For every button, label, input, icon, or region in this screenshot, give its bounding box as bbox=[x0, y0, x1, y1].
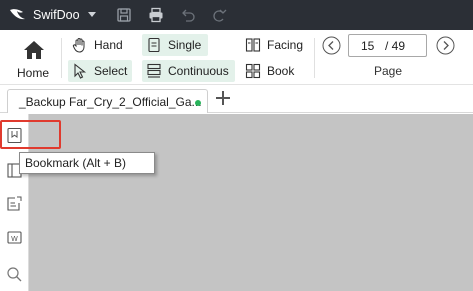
annotation-icon[interactable] bbox=[6, 195, 23, 212]
swifdoo-logo-icon bbox=[10, 9, 25, 20]
book-grid-icon bbox=[245, 63, 261, 79]
document-tab-label: _Backup Far_Cry_2_Official_Ga... bbox=[19, 95, 202, 109]
word-export-icon[interactable]: W bbox=[6, 229, 23, 246]
document-tab-bar: _Backup Far_Cry_2_Official_Ga... bbox=[0, 85, 473, 113]
undo-icon[interactable] bbox=[180, 7, 196, 23]
ribbon-divider bbox=[61, 38, 62, 78]
document-tab[interactable]: _Backup Far_Cry_2_Official_Ga... bbox=[7, 89, 208, 113]
hand-label: Hand bbox=[94, 38, 123, 52]
home-icon bbox=[24, 41, 44, 59]
document-canvas[interactable] bbox=[29, 114, 473, 291]
single-page-button[interactable]: Single bbox=[142, 34, 208, 56]
continuous-button[interactable]: Continuous bbox=[142, 60, 235, 82]
book-label: Book bbox=[267, 64, 295, 78]
add-tab-icon[interactable] bbox=[216, 91, 230, 105]
home-label: Home bbox=[16, 66, 49, 80]
home-button[interactable]: Home bbox=[13, 37, 53, 81]
svg-text:W: W bbox=[11, 235, 18, 243]
single-page-icon bbox=[148, 37, 160, 53]
next-page-button[interactable] bbox=[436, 36, 455, 55]
hand-icon bbox=[72, 38, 85, 53]
current-page-input[interactable]: 15 bbox=[361, 39, 374, 53]
facing-button[interactable]: Facing bbox=[241, 34, 307, 56]
total-pages: / 49 bbox=[385, 39, 406, 53]
facing-pages-icon bbox=[245, 38, 261, 52]
print-icon[interactable] bbox=[148, 7, 164, 23]
hand-tool-button[interactable]: Hand bbox=[68, 34, 130, 56]
cursor-arrow-icon bbox=[74, 63, 87, 79]
select-tool-button[interactable]: Select bbox=[68, 60, 132, 82]
book-button[interactable]: Book bbox=[241, 60, 301, 82]
app-name[interactable]: SwifDoo bbox=[33, 8, 80, 22]
search-icon[interactable] bbox=[6, 266, 23, 283]
ribbon-toolbar: Home Hand Select Single Continuous Facin… bbox=[0, 30, 473, 85]
previous-page-button[interactable] bbox=[322, 36, 341, 55]
continuous-label: Continuous bbox=[168, 64, 229, 78]
select-label: Select bbox=[94, 64, 128, 78]
app-menu-caret-icon[interactable] bbox=[88, 12, 96, 17]
save-icon[interactable] bbox=[116, 7, 132, 23]
redo-icon[interactable] bbox=[211, 7, 227, 23]
single-label: Single bbox=[168, 38, 202, 52]
continuous-pages-icon bbox=[147, 63, 161, 78]
facing-label: Facing bbox=[267, 38, 304, 52]
page-group-label: Page bbox=[374, 64, 403, 78]
unsaved-indicator bbox=[195, 100, 201, 106]
bookmark-highlight-box bbox=[0, 120, 61, 149]
page-number-field[interactable]: 15 / 49 bbox=[348, 34, 427, 57]
title-bar: SwifDoo bbox=[0, 0, 473, 30]
bookmark-tooltip: Bookmark (Alt + B) bbox=[19, 152, 155, 174]
ribbon-divider bbox=[314, 38, 315, 78]
